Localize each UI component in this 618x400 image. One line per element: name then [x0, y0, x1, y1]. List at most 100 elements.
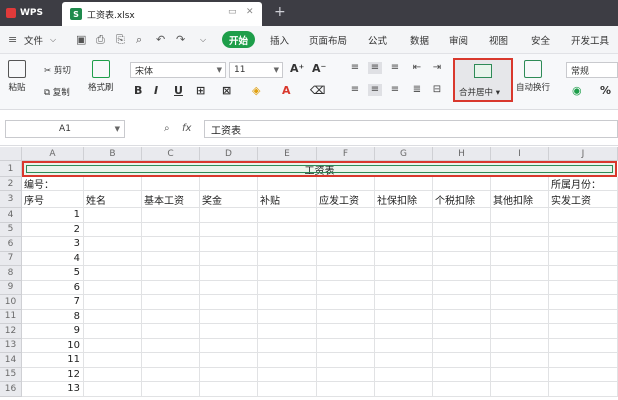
empty-cell[interactable]: [84, 367, 142, 382]
empty-cell[interactable]: [433, 222, 491, 237]
column-header[interactable]: F: [317, 147, 375, 161]
distribute-icon[interactable]: ⊟: [430, 84, 444, 96]
cut-button[interactable]: ✂ 剪切: [44, 64, 71, 76]
close-tab-icon[interactable]: ✕: [246, 7, 254, 17]
empty-cell[interactable]: [433, 208, 491, 223]
empty-cell[interactable]: [491, 251, 549, 266]
empty-cell[interactable]: [200, 237, 258, 252]
header-cell[interactable]: 应发工资: [317, 191, 375, 208]
empty-cell[interactable]: [549, 208, 618, 223]
empty-cell[interactable]: [375, 177, 433, 191]
empty-cell[interactable]: [258, 324, 317, 339]
header-cell[interactable]: 姓名: [84, 191, 142, 208]
number-format-select[interactable]: 常规: [566, 62, 618, 78]
empty-cell[interactable]: [317, 251, 375, 266]
empty-cell[interactable]: [317, 208, 375, 223]
empty-cell[interactable]: [84, 237, 142, 252]
empty-cell[interactable]: [200, 367, 258, 382]
header-cell[interactable]: 个税扣除: [433, 191, 491, 208]
empty-cell[interactable]: [142, 367, 200, 382]
header-cell[interactable]: 序号: [22, 191, 84, 208]
font-color-icon[interactable]: A: [282, 84, 291, 97]
empty-cell[interactable]: [200, 208, 258, 223]
empty-cell[interactable]: [142, 338, 200, 353]
empty-cell[interactable]: [433, 309, 491, 324]
empty-cell[interactable]: [317, 338, 375, 353]
empty-cell[interactable]: [84, 353, 142, 368]
empty-cell[interactable]: [375, 266, 433, 281]
column-header[interactable]: H: [433, 147, 491, 161]
empty-cell[interactable]: [491, 382, 549, 397]
menu-insert[interactable]: 插入: [270, 33, 289, 47]
empty-cell[interactable]: [258, 251, 317, 266]
empty-cell[interactable]: [142, 251, 200, 266]
empty-cell[interactable]: [433, 266, 491, 281]
empty-cell[interactable]: [317, 367, 375, 382]
decrease-font-icon[interactable]: A⁻: [312, 62, 326, 75]
empty-cell[interactable]: [549, 295, 618, 310]
more-chevron-icon[interactable]: ⌵: [200, 35, 206, 45]
print-icon[interactable]: ⎘: [116, 33, 125, 47]
empty-cell[interactable]: [84, 222, 142, 237]
empty-cell[interactable]: [433, 382, 491, 397]
cell-j2[interactable]: 所属月份：: [549, 177, 618, 191]
empty-cell[interactable]: [317, 280, 375, 295]
empty-cell[interactable]: [258, 222, 317, 237]
empty-cell[interactable]: [549, 222, 618, 237]
row-header[interactable]: 14: [0, 353, 22, 368]
serial-cell[interactable]: 3: [22, 237, 84, 252]
serial-cell[interactable]: 9: [22, 324, 84, 339]
empty-cell[interactable]: [433, 177, 491, 191]
indent-decrease-icon[interactable]: ⇤: [410, 62, 424, 74]
column-header[interactable]: J: [549, 147, 618, 161]
empty-cell[interactable]: [142, 324, 200, 339]
empty-cell[interactable]: [200, 222, 258, 237]
fill-color-icon[interactable]: ◈: [252, 84, 260, 97]
empty-cell[interactable]: [200, 280, 258, 295]
empty-cell[interactable]: [375, 367, 433, 382]
empty-cell[interactable]: [317, 266, 375, 281]
increase-font-icon[interactable]: A⁺: [290, 62, 304, 75]
empty-cell[interactable]: [549, 382, 618, 397]
row-header[interactable]: 15: [0, 367, 22, 382]
menu-security[interactable]: 安全: [531, 33, 550, 47]
align-top-icon[interactable]: ≡: [348, 62, 362, 74]
empty-cell[interactable]: [142, 353, 200, 368]
empty-cell[interactable]: [549, 280, 618, 295]
empty-cell[interactable]: [375, 295, 433, 310]
percent-icon[interactable]: %: [600, 84, 611, 97]
empty-cell[interactable]: [258, 295, 317, 310]
menu-start[interactable]: 开始: [222, 31, 255, 48]
empty-cell[interactable]: [491, 367, 549, 382]
row-header[interactable]: 16: [0, 382, 22, 397]
empty-cell[interactable]: [491, 266, 549, 281]
underline-icon[interactable]: U: [174, 84, 183, 97]
empty-cell[interactable]: [317, 353, 375, 368]
formula-input[interactable]: 工资表: [204, 120, 618, 138]
serial-cell[interactable]: 2: [22, 222, 84, 237]
column-header[interactable]: E: [258, 147, 317, 161]
menu-file[interactable]: 文件: [24, 33, 43, 47]
hamburger-icon[interactable]: ≡: [8, 33, 17, 46]
empty-cell[interactable]: [433, 295, 491, 310]
fx-icon[interactable]: fx: [182, 123, 191, 134]
row-header[interactable]: 12: [0, 324, 22, 339]
align-middle-icon[interactable]: ≡: [368, 62, 382, 74]
serial-cell[interactable]: 11: [22, 353, 84, 368]
empty-cell[interactable]: [375, 280, 433, 295]
empty-cell[interactable]: [84, 280, 142, 295]
empty-cell[interactable]: [549, 309, 618, 324]
empty-cell[interactable]: [317, 177, 375, 191]
empty-cell[interactable]: [258, 208, 317, 223]
empty-cell[interactable]: [142, 266, 200, 281]
header-cell[interactable]: 其他扣除: [491, 191, 549, 208]
empty-cell[interactable]: [433, 338, 491, 353]
empty-cell[interactable]: [200, 338, 258, 353]
menu-view[interactable]: 视图: [489, 33, 508, 47]
empty-cell[interactable]: [317, 237, 375, 252]
menu-formula[interactable]: 公式: [368, 33, 387, 47]
copy-button[interactable]: ⧉ 复制: [44, 86, 70, 98]
empty-cell[interactable]: [375, 353, 433, 368]
empty-cell[interactable]: [491, 177, 549, 191]
empty-cell[interactable]: [491, 237, 549, 252]
